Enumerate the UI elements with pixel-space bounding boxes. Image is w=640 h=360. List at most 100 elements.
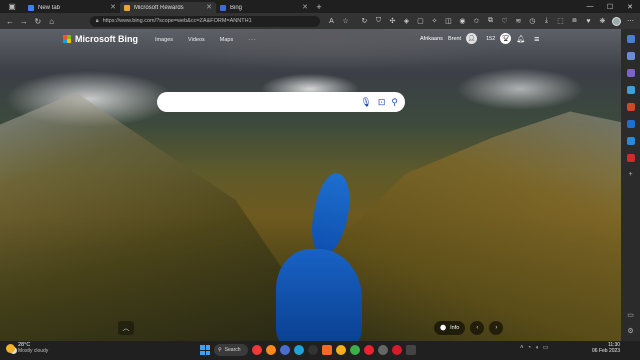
- cube-icon[interactable]: ◈: [401, 16, 412, 27]
- eye-icon[interactable]: ◉: [457, 16, 468, 27]
- nav-images[interactable]: Images: [155, 37, 173, 43]
- pinterest-icon[interactable]: [626, 154, 635, 162]
- read-aloud-icon[interactable]: A: [326, 16, 337, 27]
- battery-icon[interactable]: ▭: [543, 344, 549, 351]
- opera-gx-icon[interactable]: [392, 345, 402, 355]
- outlook-icon[interactable]: [626, 120, 635, 128]
- hamburger-menu-icon[interactable]: ≡: [534, 34, 539, 44]
- chrome-dev-icon[interactable]: [378, 345, 388, 355]
- notification-bell-icon[interactable]: 🔔︎: [516, 35, 525, 43]
- scroll-up-icon[interactable]: ︿: [118, 321, 134, 335]
- user-avatar-icon[interactable]: 👤︎: [466, 33, 478, 44]
- new-tab-button[interactable]: +: [312, 2, 326, 12]
- microphone-icon[interactable]: 🎙︎: [360, 97, 371, 107]
- favorites-icon[interactable]: ✩: [471, 16, 482, 27]
- start-icon[interactable]: [200, 345, 210, 355]
- taskbar-apps: ⚲ Search: [200, 344, 416, 356]
- layout-icon[interactable]: ▭: [627, 312, 634, 319]
- extensions-icon[interactable]: ⧈: [569, 16, 580, 27]
- taskbar-search[interactable]: ⚲ Search: [214, 344, 248, 356]
- firefox-icon[interactable]: [266, 345, 276, 355]
- user-name[interactable]: Brent: [448, 36, 461, 42]
- performance-icon[interactable]: ♥: [583, 16, 594, 27]
- weather-widget[interactable]: 28°C Mostly cloudy: [6, 342, 49, 354]
- home-icon[interactable]: ⌂: [46, 15, 58, 28]
- screenshot-icon[interactable]: ⬚: [555, 16, 566, 27]
- vivaldi-icon[interactable]: [252, 345, 262, 355]
- tab-microsoft-rewards[interactable]: Microsoft Rewards ✕: [120, 2, 216, 13]
- spotify-icon[interactable]: [308, 345, 318, 355]
- maximize-icon[interactable]: ☐: [600, 0, 620, 13]
- layers-icon[interactable]: ≋: [513, 16, 524, 27]
- search-icon[interactable]: [626, 35, 635, 43]
- history-icon[interactable]: ◷: [527, 16, 538, 27]
- games-icon[interactable]: [626, 86, 635, 94]
- brave-icon[interactable]: [322, 345, 332, 355]
- lock-icon[interactable]: ▢: [415, 16, 426, 27]
- refresh-icon[interactable]: ↻: [32, 15, 44, 28]
- bing-logo[interactable]: Microsoft Bing: [63, 34, 138, 44]
- sparkle-icon[interactable]: ✧: [429, 16, 440, 27]
- tools-icon[interactable]: [626, 69, 635, 77]
- windows-taskbar: 28°C Mostly cloudy ⚲ Search ˄ ◔ ◖ ▭ 11:3…: [0, 341, 640, 360]
- lock-icon: 🔒︎: [95, 17, 99, 24]
- minimize-icon[interactable]: —: [580, 0, 600, 13]
- address-bar[interactable]: 🔒︎ https://www.bing.com/?scope=web&cc=ZA…: [89, 15, 320, 27]
- close-icon[interactable]: ✕: [206, 4, 212, 11]
- chrome-canary-icon[interactable]: [336, 345, 346, 355]
- nav-videos[interactable]: Videos: [188, 37, 205, 43]
- office-icon[interactable]: [626, 103, 635, 111]
- back-icon[interactable]: ←: [4, 15, 16, 28]
- bing-homepage: Microsoft Bing Images Videos Maps ··· Af…: [0, 29, 621, 341]
- rewards-trophy-icon[interactable]: 🏆︎: [500, 33, 512, 44]
- next-image-icon[interactable]: ›: [489, 321, 504, 335]
- new-tab-favicon-icon: [28, 4, 34, 11]
- more-menu-icon[interactable]: ⋯: [625, 16, 636, 27]
- opera-icon[interactable]: [364, 345, 374, 355]
- search-input[interactable]: [167, 96, 347, 108]
- tab-bing[interactable]: Bing ✕: [216, 2, 312, 13]
- visual-search-icon[interactable]: ⊡: [378, 97, 386, 107]
- forward-icon[interactable]: →: [18, 15, 30, 28]
- edge-dev-icon[interactable]: [280, 345, 290, 355]
- info-label: Info: [450, 325, 460, 331]
- refresh-extension-icon[interactable]: ↻: [359, 16, 370, 27]
- weather-condition: Mostly cloudy: [18, 347, 49, 354]
- system-tray: ˄ ◔ ◖ ▭: [520, 344, 549, 352]
- chrome-icon[interactable]: [350, 345, 360, 355]
- downloads-icon[interactable]: ⤓: [541, 16, 552, 27]
- wifi-icon[interactable]: ◔: [528, 345, 532, 351]
- close-icon[interactable]: ✕: [110, 4, 116, 11]
- search-icon: ⚲: [218, 347, 222, 353]
- shield-icon[interactable]: ⛉: [373, 16, 384, 27]
- close-icon[interactable]: ✕: [302, 4, 308, 11]
- image-info-bar: ⬤ Info ‹ ›: [434, 321, 510, 335]
- info-button[interactable]: ⬤ Info: [434, 321, 466, 335]
- profile-icon[interactable]: [611, 16, 622, 27]
- copilot-icon[interactable]: ❋: [597, 16, 608, 27]
- rewards-points[interactable]: 152: [486, 36, 495, 42]
- split-screen-icon[interactable]: ◫: [443, 16, 454, 27]
- close-window-icon[interactable]: ✕: [620, 0, 640, 13]
- search-icon[interactable]: ⚲: [391, 97, 398, 107]
- favorite-star-icon[interactable]: ☆: [340, 16, 351, 27]
- clock[interactable]: 11:30 06 Feb 2023: [592, 342, 620, 354]
- chevron-up-icon[interactable]: ˄: [520, 345, 524, 351]
- previous-image-icon[interactable]: ‹: [470, 321, 485, 335]
- language-link[interactable]: Afrikaans: [420, 36, 443, 42]
- heart-icon[interactable]: ♡: [499, 16, 510, 27]
- add-icon[interactable]: +: [628, 171, 632, 178]
- app-icon[interactable]: [406, 345, 416, 355]
- tab-actions-icon[interactable]: ▣: [0, 0, 24, 13]
- collections-icon[interactable]: ⧉: [485, 16, 496, 27]
- settings-icon[interactable]: ⚙: [627, 328, 633, 335]
- weather-cloudy-icon: [6, 344, 15, 353]
- puzzle-icon[interactable]: ✣: [387, 16, 398, 27]
- nav-more[interactable]: ···: [248, 37, 257, 43]
- tab-new-tab[interactable]: New tab ✕: [24, 2, 120, 13]
- drop-icon[interactable]: [626, 137, 635, 145]
- shopping-icon[interactable]: [626, 52, 635, 60]
- edge-icon[interactable]: [294, 345, 304, 355]
- volume-icon[interactable]: ◖: [535, 345, 539, 351]
- nav-maps[interactable]: Maps: [220, 37, 233, 43]
